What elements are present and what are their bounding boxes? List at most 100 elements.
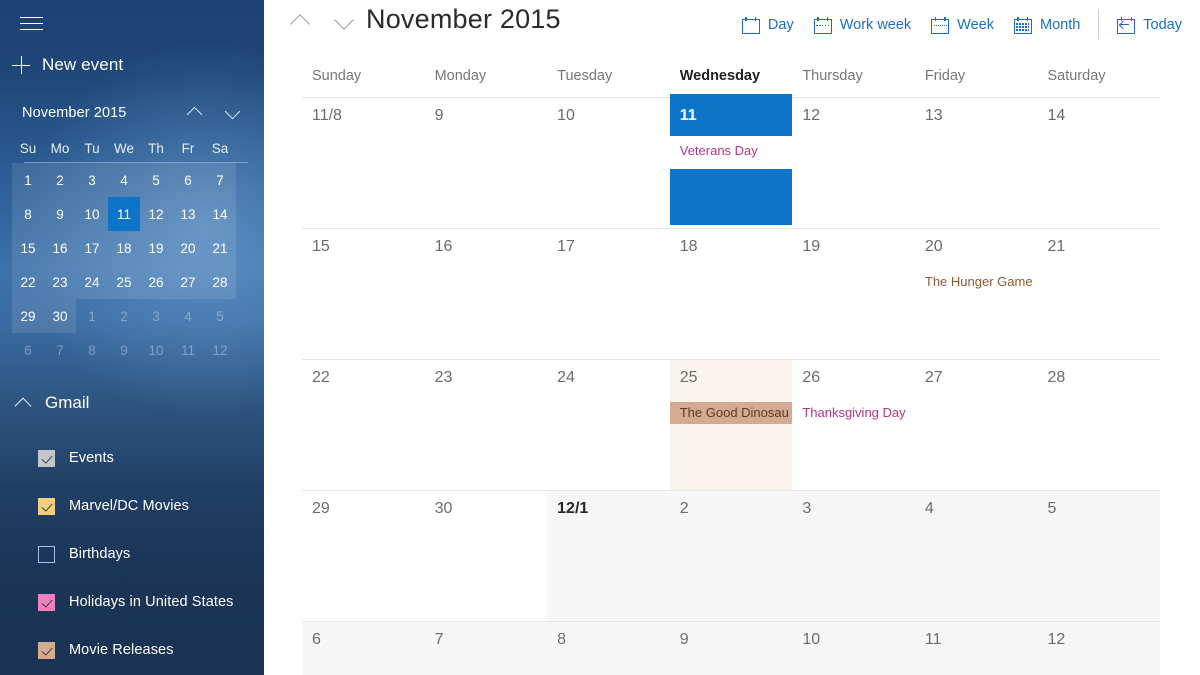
day-cell[interactable]: 21 <box>1037 229 1160 359</box>
chevron-down-icon[interactable] <box>220 102 246 124</box>
mini-calendar-day[interactable]: 5 <box>204 299 236 333</box>
mini-calendar-day[interactable]: 15 <box>12 231 44 265</box>
mini-calendar-day[interactable]: 24 <box>76 265 108 299</box>
mini-calendar-day[interactable]: 28 <box>204 265 236 299</box>
day-cell[interactable]: 18 <box>670 229 793 359</box>
checkbox-icon[interactable] <box>38 641 55 659</box>
day-cell[interactable]: 11 <box>914 622 1038 675</box>
day-cell[interactable]: 29 <box>302 491 425 621</box>
view-button-month[interactable]: Month <box>1004 13 1090 38</box>
mini-calendar-day[interactable]: 3 <box>76 163 108 197</box>
day-cell[interactable]: 27 <box>915 360 1038 490</box>
day-cell[interactable]: 12/1 <box>547 491 670 621</box>
day-cell[interactable]: 12 <box>792 98 915 228</box>
mini-calendar-day[interactable]: 17 <box>76 231 108 265</box>
mini-calendar-day[interactable]: 11 <box>172 333 204 367</box>
day-cell[interactable]: 28 <box>1037 360 1160 490</box>
day-cell[interactable]: 14 <box>1037 98 1160 228</box>
day-cell[interactable]: 20 The Hunger Game <box>915 229 1038 359</box>
calendar-list-item[interactable]: Events <box>0 434 264 482</box>
today-button[interactable]: Today <box>1107 13 1192 38</box>
day-cell[interactable]: 9 <box>425 98 548 228</box>
day-cell[interactable]: 13 <box>915 98 1038 228</box>
checkbox-icon[interactable] <box>38 497 55 515</box>
hamburger-icon[interactable] <box>10 8 52 38</box>
day-cell[interactable]: 5 <box>1037 491 1161 621</box>
mini-calendar-day[interactable]: 20 <box>172 231 204 265</box>
calendar-event[interactable]: The Hunger Game <box>915 271 1038 293</box>
calendar-list-item[interactable]: Birthdays <box>0 530 264 578</box>
day-cell[interactable]: 17 <box>547 229 670 359</box>
previous-period-button[interactable] <box>284 6 316 38</box>
checkbox-icon[interactable] <box>38 449 55 467</box>
mini-calendar-day[interactable]: 2 <box>44 163 76 197</box>
calendar-list-item[interactable]: Marvel/DC Movies <box>0 482 264 530</box>
calendar-event[interactable]: Veterans Day <box>670 140 793 162</box>
day-cell[interactable]: 6 <box>302 622 425 675</box>
day-cell[interactable]: 3 <box>792 491 915 621</box>
chevron-up-icon[interactable] <box>182 102 208 124</box>
mini-calendar-day[interactable]: 3 <box>140 299 172 333</box>
day-cell[interactable]: 24 <box>547 360 670 490</box>
mini-calendar-day[interactable]: 8 <box>76 333 108 367</box>
calendar-list-item[interactable]: Holidays in United States <box>0 578 264 626</box>
day-cell[interactable]: 10 <box>792 622 915 675</box>
mini-calendar-day[interactable]: 7 <box>44 333 76 367</box>
mini-calendar-day[interactable]: 7 <box>204 163 236 197</box>
selected-time-block[interactable] <box>669 169 793 225</box>
mini-calendar-day[interactable]: 26 <box>140 265 172 299</box>
mini-calendar-day[interactable]: 9 <box>108 333 140 367</box>
day-cell[interactable]: 22 <box>302 360 425 490</box>
mini-calendar-day[interactable]: 16 <box>44 231 76 265</box>
mini-calendar-day[interactable]: 30 <box>44 299 76 333</box>
mini-calendar-day[interactable]: 10 <box>140 333 172 367</box>
checkbox-icon[interactable] <box>38 593 55 611</box>
day-cell[interactable]: 7 <box>424 622 548 675</box>
mini-calendar-day[interactable]: 13 <box>172 197 204 231</box>
calendar-event[interactable]: The Good Dinosau <box>669 402 793 424</box>
day-cell[interactable]: 10 <box>547 98 670 228</box>
mini-calendar-day[interactable]: 8 <box>12 197 44 231</box>
mini-calendar-day[interactable]: 6 <box>172 163 204 197</box>
view-button-work-week[interactable]: Work week <box>804 13 921 38</box>
mini-calendar-day[interactable]: 22 <box>12 265 44 299</box>
day-cell[interactable]: 16 <box>425 229 548 359</box>
mini-calendar-day[interactable]: 12 <box>140 197 172 231</box>
day-cell[interactable]: 8 <box>547 622 670 675</box>
mini-calendar-day[interactable]: 9 <box>44 197 76 231</box>
day-cell[interactable]: 30 <box>425 491 548 621</box>
account-header[interactable]: Gmail <box>0 386 264 420</box>
view-button-week[interactable]: Week <box>921 13 1004 38</box>
mini-calendar-day[interactable]: 25 <box>108 265 140 299</box>
day-cell[interactable]: 9 <box>669 622 793 675</box>
mini-calendar-day[interactable]: 4 <box>172 299 204 333</box>
calendar-list-item[interactable]: Movie Releases <box>0 626 264 674</box>
day-cell[interactable]: 26 Thanksgiving Day <box>792 360 915 490</box>
mini-calendar-day[interactable]: 4 <box>108 163 140 197</box>
day-cell[interactable]: 12 <box>1037 622 1161 675</box>
day-cell[interactable]: 23 <box>425 360 548 490</box>
mini-calendar-day[interactable]: 27 <box>172 265 204 299</box>
mini-calendar-day[interactable]: 18 <box>108 231 140 265</box>
mini-calendar-day[interactable]: 5 <box>140 163 172 197</box>
mini-calendar-day[interactable]: 19 <box>140 231 172 265</box>
mini-calendar-day[interactable]: 29 <box>12 299 44 333</box>
day-cell[interactable]: 4 <box>914 491 1038 621</box>
new-event-button[interactable]: New event <box>12 50 123 80</box>
mini-calendar-day[interactable]: 10 <box>76 197 108 231</box>
day-cell[interactable]: 2 <box>669 491 793 621</box>
mini-calendar-day[interactable]: 1 <box>12 163 44 197</box>
day-cell[interactable]: 25 The Good Dinosau <box>669 360 793 490</box>
mini-calendar-day[interactable]: 2 <box>108 299 140 333</box>
mini-calendar-day[interactable]: 23 <box>44 265 76 299</box>
mini-calendar-day[interactable]: 11 <box>108 197 140 231</box>
next-period-button[interactable] <box>328 6 360 38</box>
mini-calendar-day[interactable]: 21 <box>204 231 236 265</box>
mini-calendar-day[interactable]: 12 <box>204 333 236 367</box>
checkbox-icon[interactable] <box>38 545 55 563</box>
day-cell[interactable]: 11/8 <box>302 98 425 228</box>
calendar-event[interactable]: Thanksgiving Day <box>792 402 915 424</box>
day-cell[interactable]: 15 <box>302 229 425 359</box>
mini-calendar-day[interactable]: 14 <box>204 197 236 231</box>
mini-calendar-day[interactable]: 1 <box>76 299 108 333</box>
